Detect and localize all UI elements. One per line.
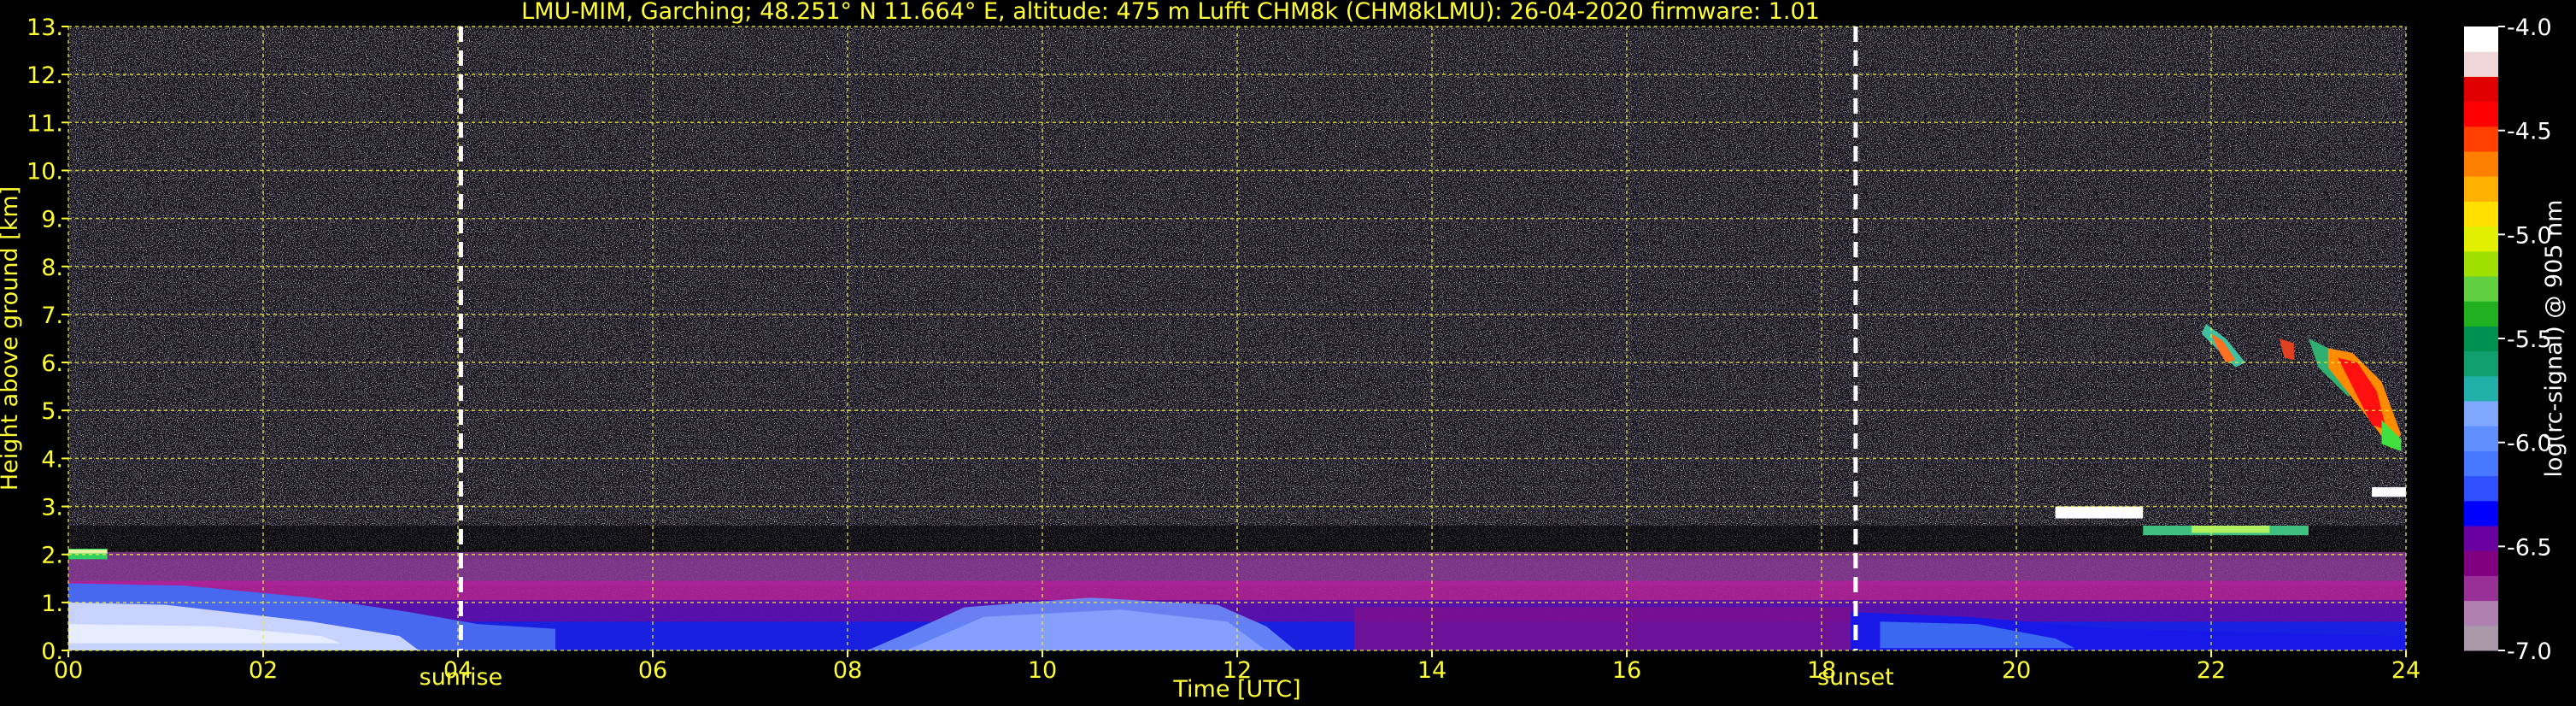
x-tick-label: 20: [2002, 657, 2031, 684]
y-tick-label: 1.: [41, 591, 63, 617]
colorbar-segment: [2464, 500, 2498, 527]
x-tick-label: 08: [833, 657, 862, 684]
colorbar-segment: [2464, 26, 2498, 52]
ceilometer-chart: LMU-MIM, Garching; 48.251° N 11.664° E, …: [0, 0, 2567, 703]
x-tick-label: 24: [2391, 657, 2421, 684]
y-axis-label: Height above ground [km]: [0, 186, 23, 491]
x-tick-label: 00: [54, 657, 83, 684]
chart-title: LMU-MIM, Garching; 48.251° N 11.664° E, …: [521, 0, 1820, 25]
y-tick-label: 13.: [26, 15, 63, 41]
y-tick-label: 9.: [41, 207, 63, 233]
colorbar-tick-label: -4.5: [2507, 119, 2552, 145]
colorbar-segment: [2464, 450, 2498, 477]
colorbar-segment: [2464, 250, 2498, 277]
y-tick-label: 5.: [41, 398, 63, 425]
colorbar-segment: [2464, 575, 2498, 602]
afternoon-aerosol: [1353, 607, 1851, 650]
high-cloud: [2372, 487, 2406, 497]
y-tick-label: 12.: [26, 62, 63, 89]
cloud-layer-white: [2055, 506, 2144, 519]
colorbar-segment: [2464, 201, 2498, 227]
y-tick-label: 3.: [41, 495, 63, 521]
colorbar-segment: [2464, 301, 2498, 327]
colorbar-segment: [2464, 101, 2498, 127]
x-tick-label: 10: [1028, 657, 1057, 684]
x-tick-label: 18: [1807, 657, 1836, 684]
colorbar-tick-label: -6.5: [2507, 534, 2552, 561]
colorbar-segment: [2464, 550, 2498, 576]
colorbar-segment: [2464, 401, 2498, 427]
y-tick-label: 2.: [41, 543, 63, 569]
y-tick-label: 8.: [41, 255, 63, 281]
colorbar-segment: [2464, 625, 2498, 651]
colorbar-segment: [2464, 475, 2498, 502]
y-tick-label: 7.: [41, 303, 63, 329]
y-tick-label: 11.: [26, 110, 63, 137]
x-tick-label: 22: [2197, 657, 2226, 684]
colorbar-segment: [2464, 51, 2498, 77]
colorbar-segment: [2464, 276, 2498, 302]
colorbar-segment: [2464, 526, 2498, 551]
y-tick-label: 6.: [41, 350, 63, 377]
y-axis-ticks: 0.1.2.3.4.5.6.7.8.9.10.11.12.13.: [26, 15, 68, 665]
x-tick-label: 14: [1417, 657, 1446, 684]
cloud-layer-yellow: [2192, 526, 2270, 533]
colorbar-tick-label: -4.0: [2507, 15, 2552, 41]
colorbar-tick-label: -7.0: [2507, 638, 2552, 665]
colorbar-segment: [2464, 375, 2498, 402]
boundary-layer-band: [68, 580, 2406, 603]
x-tick-label: 04: [443, 657, 472, 684]
colorbar-segment: [2464, 126, 2498, 152]
residual-layer-top-peak: [68, 550, 108, 554]
colorbar: -4.0-4.5-5.0-5.5-6.0-6.5-7.0: [2464, 15, 2552, 665]
colorbar-segment: [2464, 76, 2498, 103]
colorbar-segment: [2464, 426, 2498, 451]
x-tick-label: 16: [1612, 657, 1641, 684]
colorbar-segment: [2464, 151, 2498, 177]
x-axis-label: Time [UTC]: [1172, 676, 1300, 703]
colorbar-segment: [2464, 600, 2498, 627]
x-tick-label: 06: [638, 657, 667, 684]
colorbar-segment: [2464, 226, 2498, 252]
y-tick-label: 10.: [26, 158, 63, 185]
colorbar-segment: [2464, 350, 2498, 377]
colorbar-segment: [2464, 176, 2498, 202]
colorbar-segment: [2464, 326, 2498, 352]
x-tick-label: 02: [249, 657, 278, 684]
y-tick-label: 4.: [41, 446, 63, 473]
colorbar-label: log(rc-signal) @ 905 nm: [2541, 200, 2567, 478]
